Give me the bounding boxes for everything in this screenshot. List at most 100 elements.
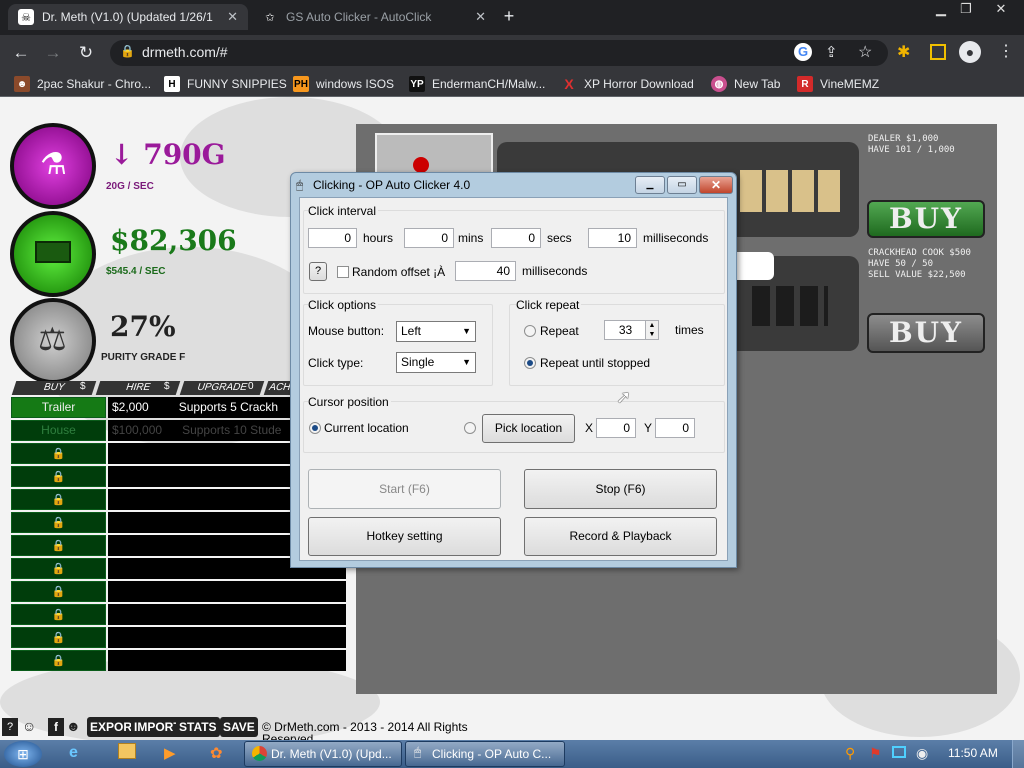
pick-location-radio[interactable]	[464, 422, 476, 434]
facebook-icon[interactable]: f	[48, 718, 64, 736]
bookmark-star-icon[interactable]: ☆	[858, 42, 872, 62]
click-repeat-group	[509, 304, 725, 386]
meth-amount-value: 790G	[143, 138, 226, 171]
bookmark-2pac[interactable]: ☻ 2pac Shakur - Chro...	[14, 76, 151, 92]
times-label: times	[675, 323, 704, 337]
chevron-down-icon: ▼	[462, 357, 471, 367]
spin-down-icon[interactable]: ▼	[646, 330, 658, 339]
dialog-maximize-icon[interactable]: ▭	[667, 176, 697, 194]
locked-row: 🔒	[11, 604, 346, 625]
help-button[interactable]: ?	[309, 262, 327, 281]
media-player-icon[interactable]: ▶	[164, 744, 176, 762]
star-favicon-icon: ✩	[265, 11, 275, 24]
save-button[interactable]: SAVE	[220, 717, 258, 737]
tab-title: Dr. Meth (V1.0) (Updated 1/26/1	[42, 10, 213, 24]
x-input[interactable]: 0	[596, 418, 636, 438]
reddit-icon[interactable]: ☺	[22, 718, 44, 736]
restore-window-icon[interactable]: ❐	[955, 0, 977, 18]
mins-label: mins	[458, 231, 484, 245]
rage-face-icon[interactable]: ☻	[66, 718, 84, 736]
scale-icon: ⚖	[38, 321, 67, 357]
buy-dealer-button[interactable]: BUY	[867, 200, 985, 238]
taskbar-auto-clicker[interactable]: Clicking - OP Auto C...	[405, 741, 565, 767]
repeat-until-stopped-radio[interactable]	[524, 357, 536, 369]
locked-row-empty	[108, 627, 346, 648]
y-input[interactable]: 0	[655, 418, 695, 438]
share-icon[interactable]: ⇪	[825, 43, 838, 61]
hours-input[interactable]: 0	[308, 228, 357, 248]
back-arrow-icon[interactable]: ←	[10, 43, 32, 63]
volume-icon[interactable]: ◉	[916, 745, 928, 762]
taskbar-chrome[interactable]: Dr. Meth (V1.0) (Upd...	[244, 741, 402, 767]
random-offset-checkbox[interactable]	[337, 266, 349, 278]
mouse-button-select[interactable]: Left ▼	[396, 321, 476, 342]
folder-icon[interactable]	[118, 743, 136, 759]
forward-arrow-icon[interactable]: →	[42, 43, 64, 63]
extensions-puzzle-icon[interactable]: ✱	[897, 42, 910, 62]
stats-button[interactable]: STATS	[176, 717, 220, 737]
network-icon[interactable]	[892, 746, 906, 758]
cash-bill-icon	[35, 241, 71, 263]
crackhead-figures	[752, 286, 828, 326]
tab-close-icon[interactable]: ✕	[221, 9, 238, 25]
google-lens-icon[interactable]: G	[794, 43, 812, 61]
tab-buy-dollar-icon: $	[80, 381, 86, 392]
skull-favicon-icon: ☠	[18, 9, 34, 25]
close-window-icon[interactable]: ✕	[990, 0, 1012, 18]
paint-icon[interactable]: ✿	[210, 744, 223, 762]
spin-up-icon[interactable]: ▲	[646, 321, 658, 330]
tab-buy-label: BUY	[42, 382, 67, 393]
minimize-window-icon[interactable]: ▁	[930, 0, 952, 18]
record-playback-button[interactable]: Record & Playback	[524, 517, 717, 556]
y-label: Y	[644, 421, 653, 435]
taskbar-chrome-label: Dr. Meth (V1.0) (Upd...	[271, 747, 392, 761]
repeat-spinner[interactable]: ▲ ▼	[645, 320, 659, 340]
stop-button[interactable]: Stop (F6)	[524, 469, 717, 509]
lock-icon: 🔒	[51, 540, 66, 552]
current-location-radio[interactable]	[309, 422, 321, 434]
bookmark-xp-horror[interactable]: X XP Horror Download	[561, 76, 694, 92]
locked-row-cell: 🔒	[11, 512, 106, 533]
row-desc: Supports 5 Crackh	[178, 400, 279, 414]
new-tab-plus-icon[interactable]: +	[500, 6, 518, 26]
pick-location-button[interactable]: Pick location	[482, 414, 575, 443]
side-panel-icon[interactable]	[930, 44, 946, 60]
profile-avatar-icon[interactable]: ●	[959, 41, 981, 63]
tab-dr-meth[interactable]: ☠ Dr. Meth (V1.0) (Updated 1/26/1 ✕	[8, 4, 248, 30]
tab-gs-auto-clicker[interactable]: ✩ GS Auto Clicker - AutoClick ✕	[252, 4, 496, 30]
crackhead-have: HAVE 50 / 50	[868, 259, 934, 269]
bookmark-funny-snippies[interactable]: H FUNNY SNIPPIES	[164, 76, 287, 92]
random-offset-input[interactable]: 40	[455, 261, 516, 281]
flag-icon[interactable]: ⚑	[869, 745, 882, 762]
tab-close-icon[interactable]: ✕	[469, 9, 486, 25]
start-button[interactable]: Start (F6)	[308, 469, 501, 509]
secs-input[interactable]: 0	[491, 228, 541, 248]
reload-icon[interactable]: ↻	[75, 43, 97, 63]
milliseconds-input[interactable]: 10	[588, 228, 637, 248]
dialog-minimize-icon[interactable]: ▁	[635, 176, 665, 194]
bookmark-new-tab[interactable]: ◍ New Tab	[711, 76, 780, 92]
internet-explorer-icon[interactable]: e	[69, 744, 78, 762]
h-favicon-icon: H	[164, 76, 180, 92]
tab-title: GS Auto Clicker - AutoClick	[286, 10, 432, 24]
bookmark-label: 2pac Shakur - Chro...	[37, 77, 152, 91]
bookmark-vinememz[interactable]: R VineMEMZ	[797, 76, 879, 92]
search-icon[interactable]: ⚲	[845, 745, 855, 762]
click-type-select[interactable]: Single ▼	[396, 352, 476, 373]
hotkey-setting-button[interactable]: Hotkey setting	[308, 517, 501, 556]
bookmark-windows-isos[interactable]: PH windows ISOS	[293, 76, 394, 92]
dialog-close-icon[interactable]: ✕	[699, 176, 733, 194]
locked-row-empty	[108, 650, 346, 671]
mins-input[interactable]: 0	[404, 228, 454, 248]
lock-icon: 🔒	[51, 517, 66, 529]
show-desktop-button[interactable]	[1012, 740, 1024, 768]
locked-row: 🔒	[11, 627, 346, 648]
help-icon[interactable]: ?	[2, 718, 18, 736]
click-interval-group	[303, 210, 725, 294]
repeat-radio[interactable]	[524, 325, 536, 337]
bookmark-endermanch[interactable]: YP EndermanCH/Malw...	[409, 76, 545, 92]
repeat-until-stopped-label: Repeat until stopped	[540, 356, 651, 370]
browser-menu-icon[interactable]: ⋮	[998, 41, 1014, 61]
start-orb-icon[interactable]: ⊞	[4, 741, 42, 767]
buy-crackhead-button[interactable]: BUY	[867, 313, 985, 353]
